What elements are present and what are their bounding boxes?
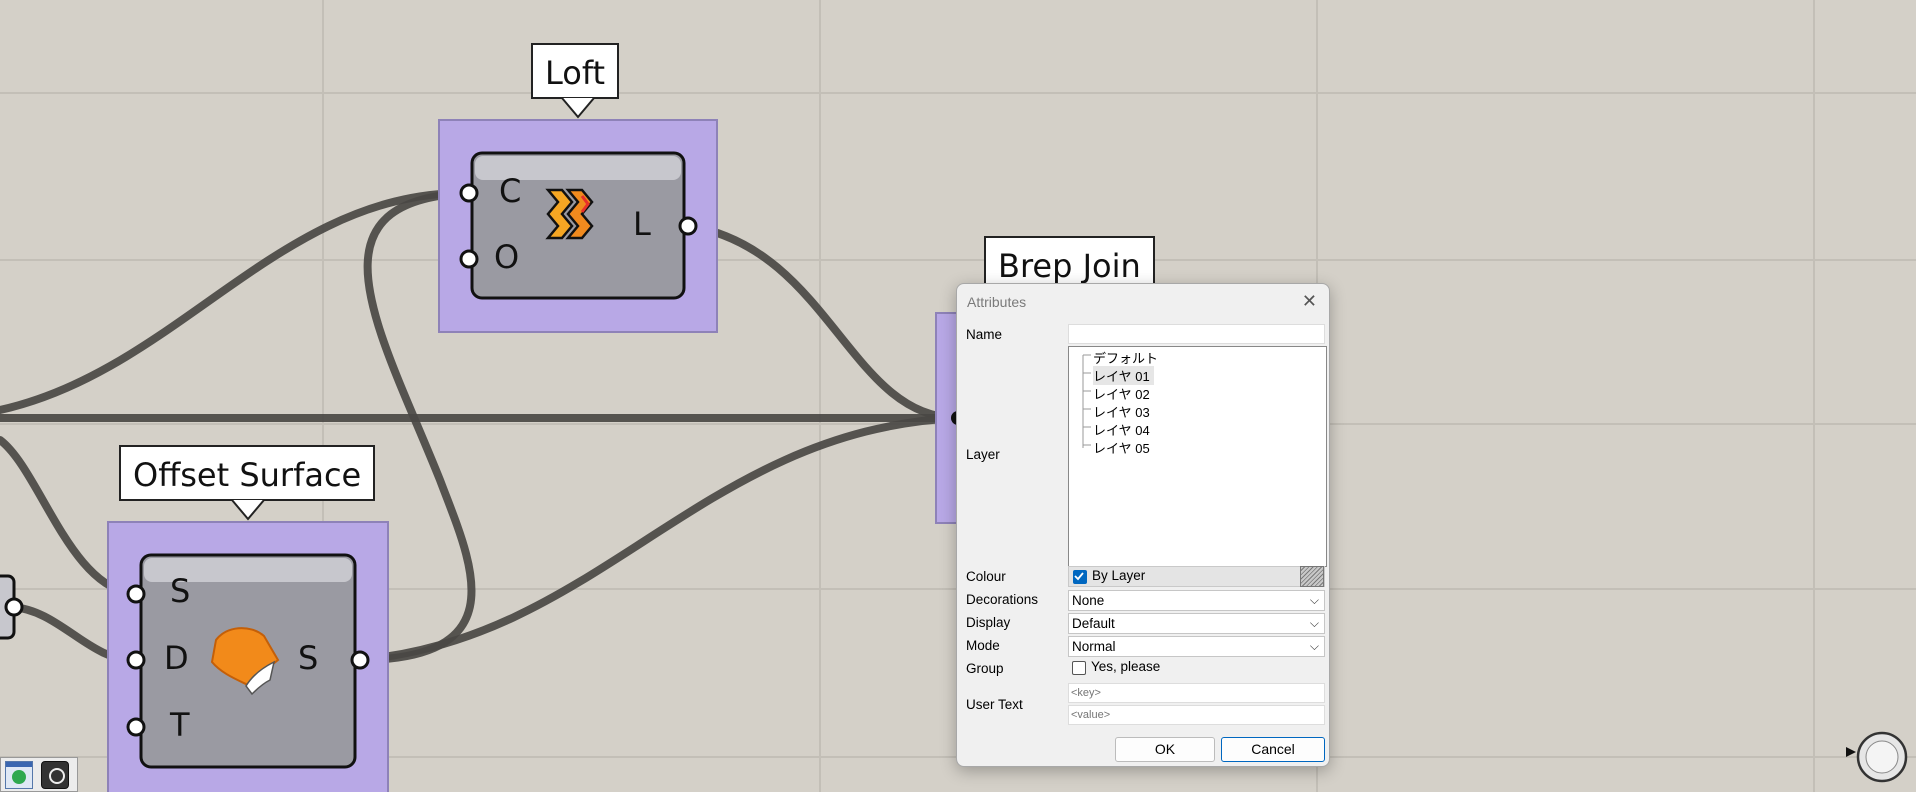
colour-label: Colour — [966, 569, 1006, 584]
colour-row: By Layer — [1068, 566, 1325, 587]
loft-input-c-grip — [459, 183, 479, 203]
loft-label: Loft — [531, 43, 620, 99]
loft-label-pointer — [561, 97, 595, 119]
chevron-down-icon: ⌵ — [1309, 616, 1319, 630]
offset-output-s-grip — [350, 650, 370, 670]
brep-join-label: Brep Join — [984, 236, 1155, 286]
cancel-button[interactable]: Cancel — [1221, 737, 1325, 762]
layer-item-default[interactable]: デフォルト — [1093, 348, 1158, 367]
user-text-key-input[interactable] — [1068, 683, 1325, 703]
decorations-select[interactable]: None ⌵ — [1068, 590, 1325, 611]
loft-component[interactable] — [438, 119, 718, 333]
decorations-label: Decorations — [966, 592, 1039, 607]
taskbar — [0, 757, 78, 792]
name-label: Name — [966, 327, 1003, 342]
offset-input-d-grip — [126, 650, 146, 670]
display-select[interactable]: Default ⌵ — [1068, 613, 1325, 634]
layer-item-03[interactable]: レイヤ 03 — [1093, 402, 1150, 421]
user-text-label: User Text — [966, 697, 1023, 712]
offset-input-s-grip — [126, 584, 146, 604]
ok-button[interactable]: OK — [1115, 737, 1215, 762]
offset-surface-label-pointer — [231, 499, 265, 521]
offset-output-s-label: S — [298, 639, 319, 677]
layer-item-04[interactable]: レイヤ 04 — [1093, 420, 1150, 439]
chevron-down-icon: ⌵ — [1309, 639, 1319, 653]
layer-item-01[interactable]: レイヤ 01 — [1093, 366, 1154, 385]
group-label: Group — [966, 661, 1004, 676]
offset-surface-component[interactable] — [107, 521, 389, 792]
attributes-dialog: Attributes ✕ Name Layer デフォルト レイヤ 01 レイヤ… — [956, 283, 1330, 767]
offset-input-s-label: S — [170, 572, 191, 610]
loft-input-o-grip — [459, 249, 479, 269]
layer-label: Layer — [966, 447, 1000, 462]
group-checkbox[interactable] — [1072, 661, 1086, 675]
offset-surface-label: Offset Surface — [119, 445, 376, 501]
name-input[interactable] — [1068, 324, 1325, 344]
group-option-label: Yes, please — [1091, 659, 1161, 674]
colour-swatch[interactable] — [1300, 566, 1324, 587]
chevron-down-icon: ⌵ — [1309, 593, 1319, 607]
loft-input-c-label: C — [499, 172, 522, 210]
loft-output-l-label: L — [633, 205, 651, 243]
offset-input-t-label: T — [170, 706, 190, 744]
dialog-title: Attributes — [967, 294, 1027, 310]
layer-item-02[interactable]: レイヤ 02 — [1093, 384, 1150, 403]
user-text-value-input[interactable] — [1068, 705, 1325, 725]
canvas-preview-icon[interactable] — [5, 761, 33, 789]
pen-settings-icon[interactable] — [41, 761, 69, 789]
loft-input-o-label: O — [494, 238, 520, 276]
layer-tree[interactable]: デフォルト レイヤ 01 レイヤ 02 レイヤ 03 レイヤ 04 レイヤ 05 — [1068, 346, 1327, 567]
close-icon[interactable]: ✕ — [1302, 291, 1317, 312]
layer-item-05[interactable]: レイヤ 05 — [1093, 438, 1150, 457]
offset-input-d-label: D — [164, 639, 189, 677]
display-label: Display — [966, 615, 1011, 630]
mode-select[interactable]: Normal ⌵ — [1068, 636, 1325, 657]
loft-output-l-grip — [678, 216, 698, 236]
offset-input-t-grip — [126, 717, 146, 737]
by-layer-checkbox[interactable] — [1073, 570, 1087, 584]
by-layer-label: By Layer — [1092, 568, 1146, 583]
mode-label: Mode — [966, 638, 1000, 653]
